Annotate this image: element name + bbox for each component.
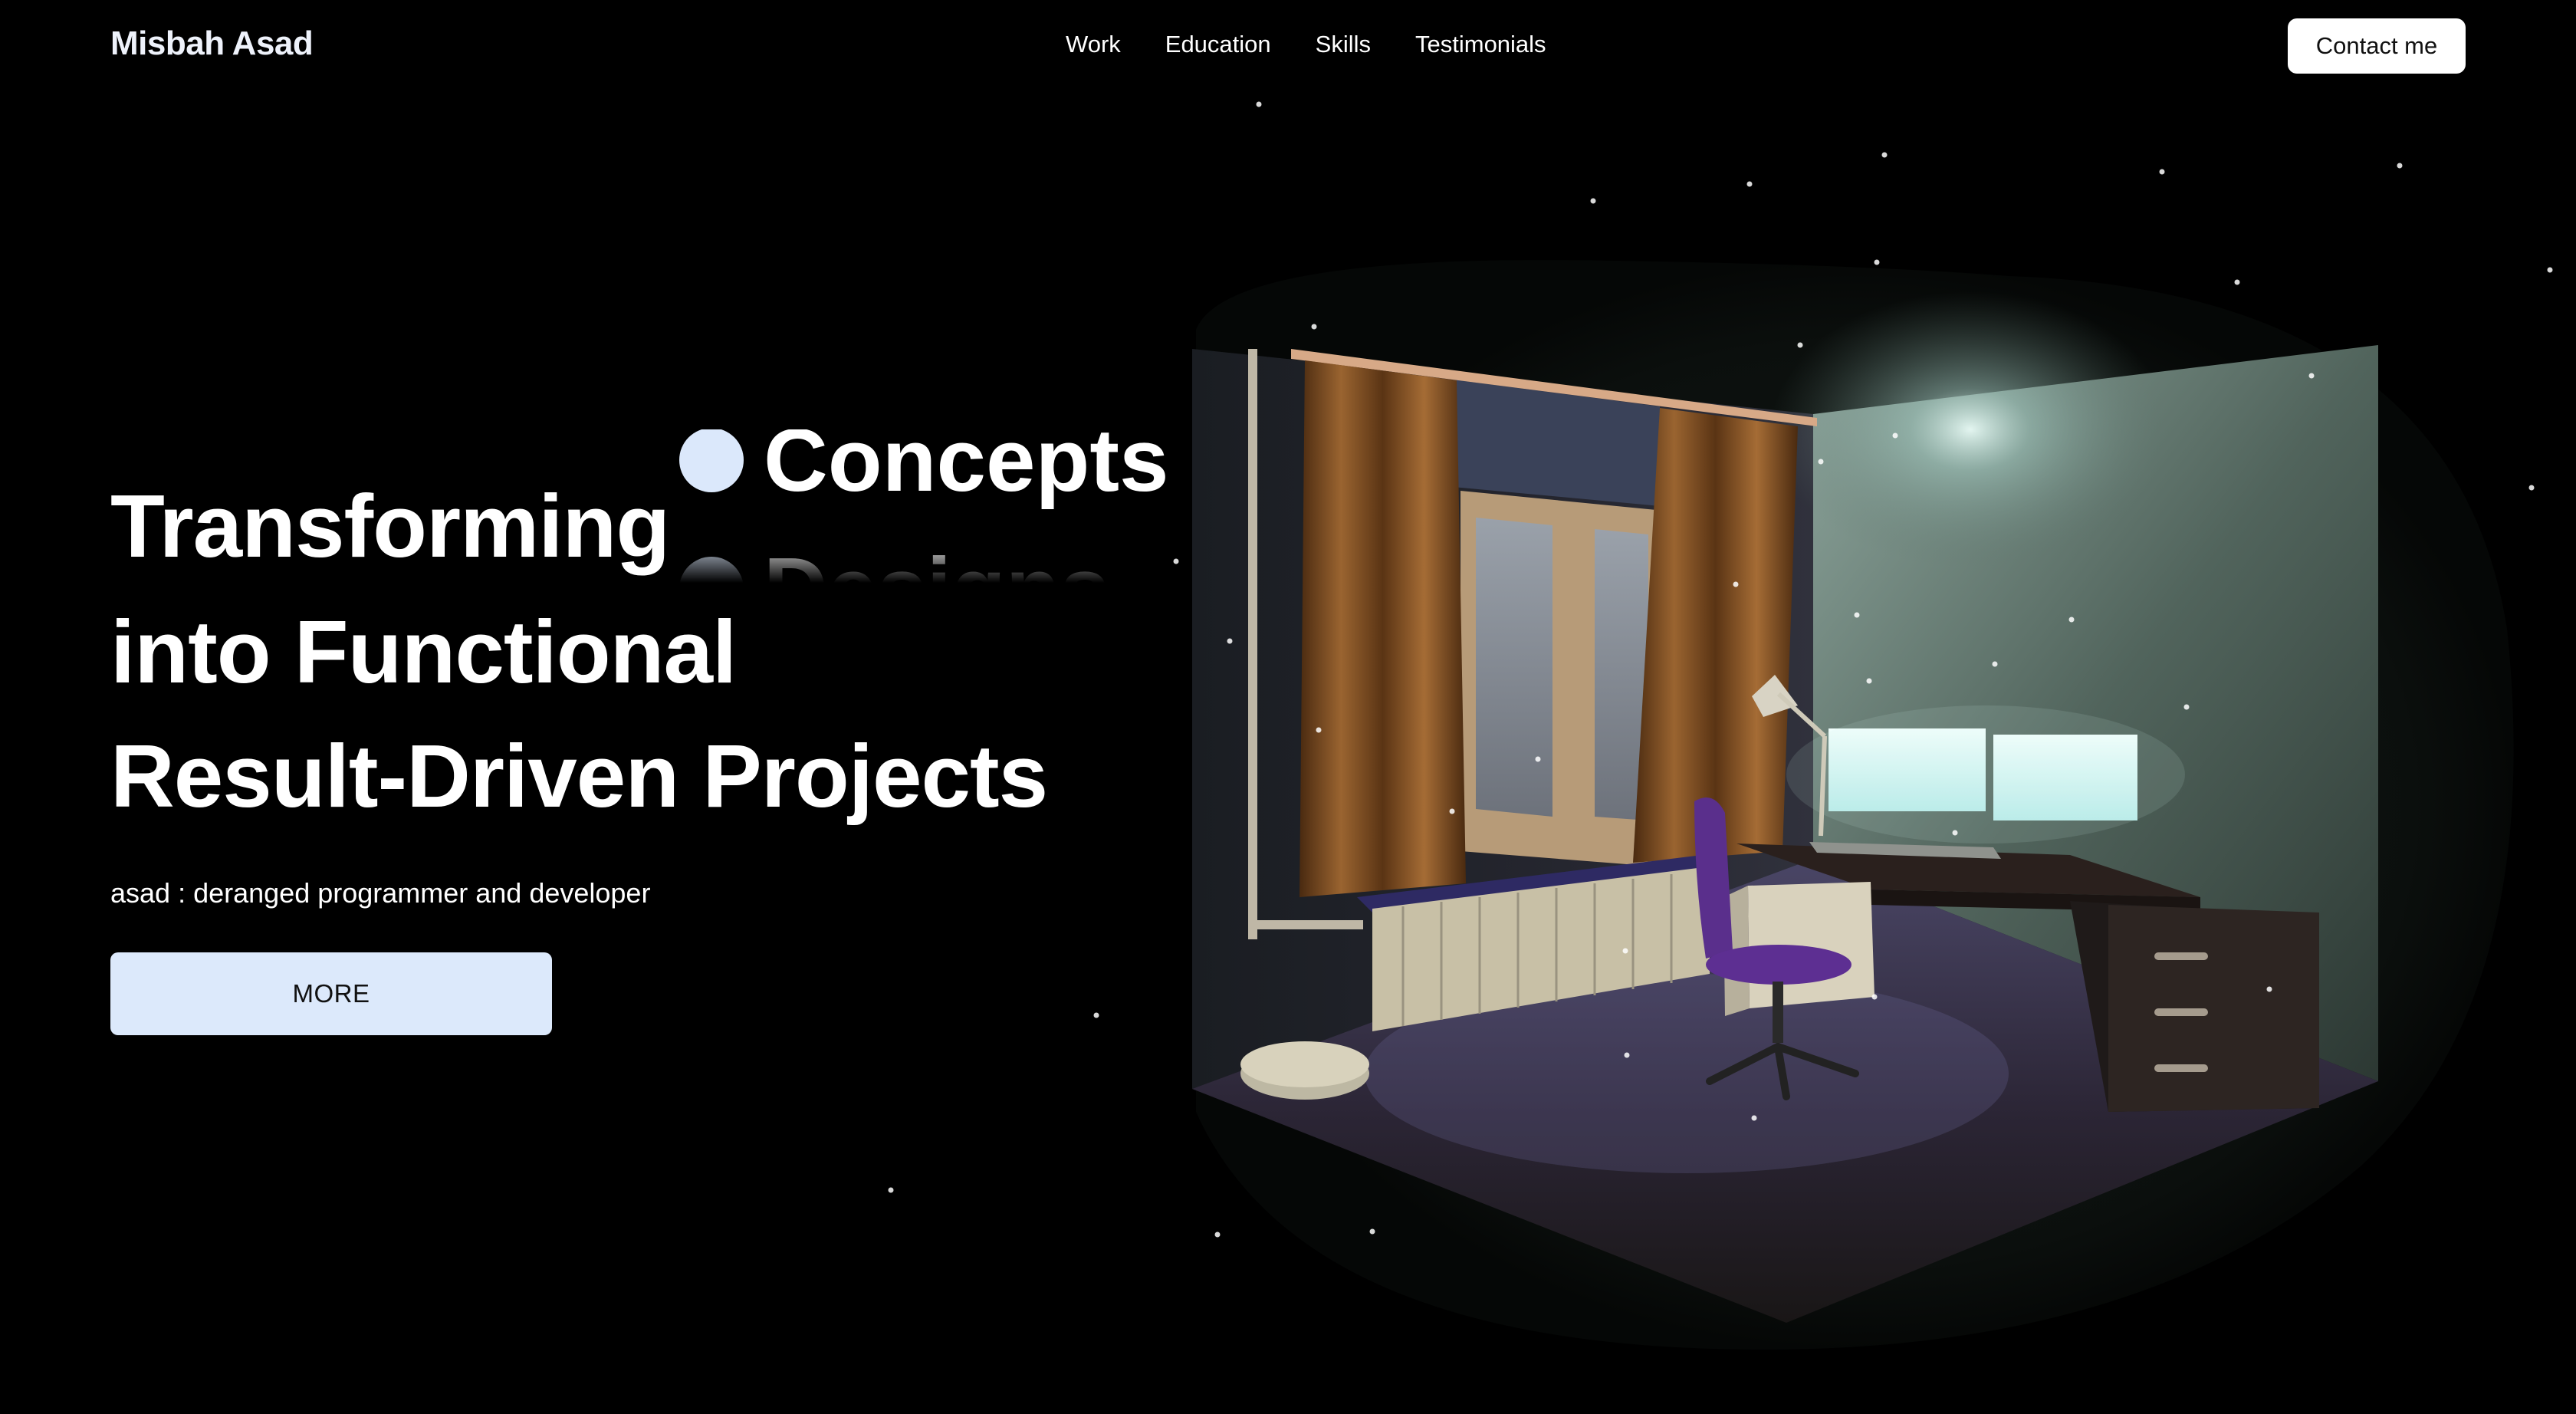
- star: [1214, 1231, 1221, 1238]
- headline-line-2: into Functional: [110, 602, 737, 702]
- star: [1449, 808, 1455, 814]
- star: [1311, 324, 1317, 330]
- star: [2547, 267, 2553, 273]
- star: [2528, 485, 2535, 491]
- star: [888, 1187, 894, 1193]
- tagline: asad : deranged programmer and developer: [110, 877, 651, 909]
- star: [1892, 432, 1898, 439]
- star: [1992, 661, 1998, 667]
- headline-line-1: Transforming: [110, 476, 670, 576]
- rotating-word-concepts: Concepts: [679, 429, 1169, 505]
- star: [1881, 152, 1888, 158]
- star: [1818, 459, 1824, 465]
- rotating-words: Concepts Designs: [679, 429, 1170, 583]
- star: [1797, 342, 1803, 348]
- more-button[interactable]: MORE: [110, 952, 552, 1035]
- star: [1733, 581, 1739, 587]
- star: [1590, 198, 1596, 204]
- star: [1227, 638, 1233, 644]
- bulb-icon: [679, 429, 744, 492]
- star: [2266, 986, 2272, 992]
- headline-line-3: Result-Driven Projects: [110, 726, 1048, 826]
- star: [2234, 279, 2240, 285]
- star: [1952, 830, 1958, 836]
- star: [1751, 1115, 1757, 1121]
- star: [1369, 1228, 1375, 1235]
- star: [1871, 994, 1878, 1000]
- star: [1854, 612, 1860, 618]
- rotating-word-label: Designs: [764, 544, 1109, 583]
- starfield: [888, 101, 2553, 1238]
- star: [1746, 181, 1753, 187]
- pen-icon: [679, 557, 744, 583]
- star: [1316, 727, 1322, 733]
- star: [1093, 1012, 1099, 1018]
- star: [2308, 373, 2315, 379]
- star: [2068, 617, 2075, 623]
- star: [1256, 101, 1262, 107]
- star: [1173, 558, 1179, 564]
- rotating-word-designs: Designs: [679, 544, 1109, 583]
- star: [1622, 948, 1628, 954]
- star: [2183, 704, 2190, 710]
- star: [2397, 163, 2403, 169]
- rotating-word-label: Concepts: [764, 429, 1169, 510]
- star: [1874, 259, 1880, 265]
- star: [1535, 756, 1541, 762]
- star: [1866, 678, 1872, 684]
- star: [2159, 169, 2165, 175]
- star: [1624, 1052, 1630, 1058]
